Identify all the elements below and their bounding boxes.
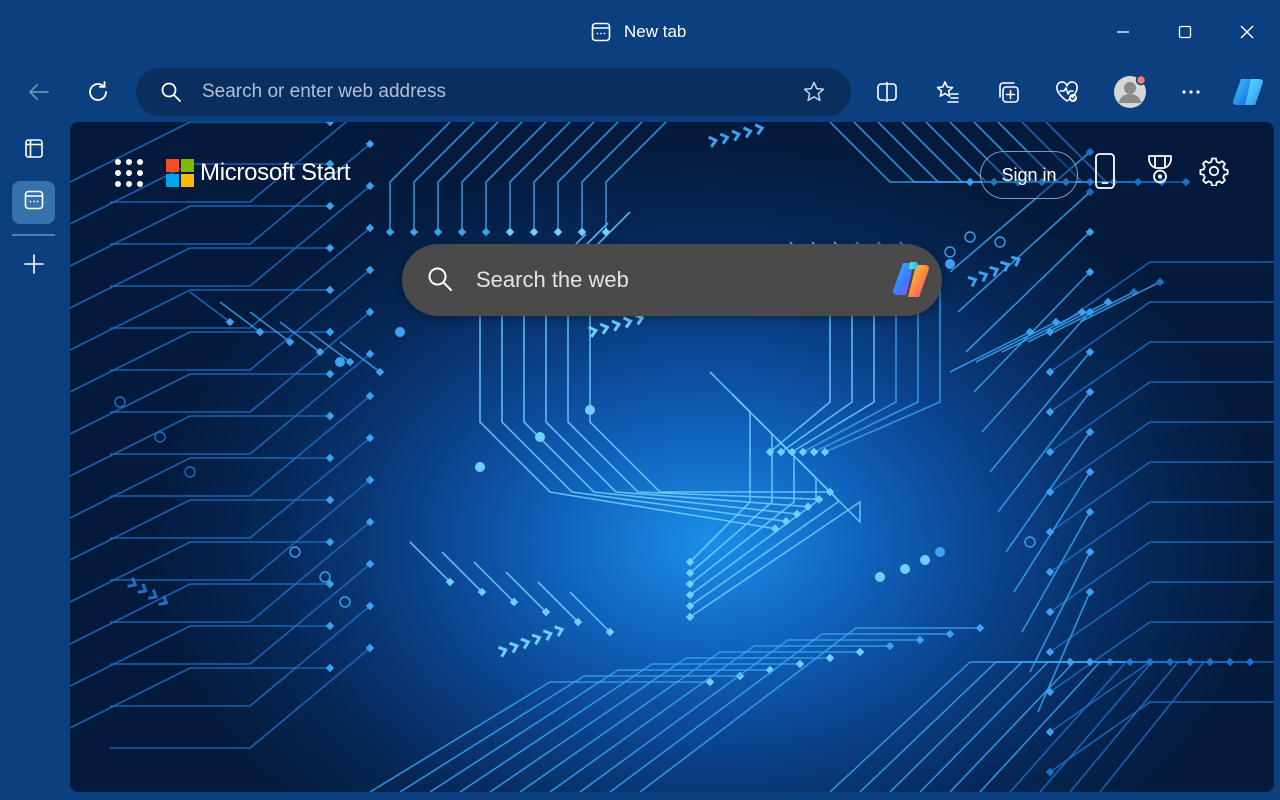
new-tab-page: Microsoft Start Sign in [70, 122, 1274, 792]
circuit-board-wallpaper [70, 122, 1274, 792]
active-tab[interactable]: New tab [590, 18, 686, 46]
browser-essentials-button[interactable] [1047, 72, 1087, 112]
close-icon [1239, 24, 1255, 40]
tab-actions-button[interactable] [12, 129, 55, 172]
address-input[interactable] [202, 68, 802, 116]
web-search-input[interactable] [476, 244, 876, 316]
rewards-trophy-icon [1144, 153, 1176, 194]
tab-actions-icon [22, 136, 46, 165]
settings-button[interactable] [1194, 153, 1234, 193]
search-icon [160, 81, 182, 108]
profile-avatar-icon [1112, 74, 1148, 110]
address-bar[interactable] [136, 68, 851, 116]
favorites-button[interactable] [928, 72, 968, 112]
settings-gear-icon [1199, 156, 1229, 191]
star-icon[interactable] [802, 80, 826, 109]
apps-grid-icon[interactable] [114, 158, 144, 188]
tab-title: New tab [624, 22, 687, 41]
phone-button[interactable] [1085, 152, 1125, 195]
back-button[interactable] [19, 72, 59, 112]
collections-button[interactable] [988, 72, 1028, 112]
tab-page-icon [23, 189, 45, 216]
search-icon [426, 265, 454, 298]
maximize-icon [1177, 24, 1193, 40]
browser-toolbar [0, 62, 1280, 120]
copilot-icon [1231, 75, 1265, 109]
rail-divider [12, 234, 55, 236]
title-bar: New tab [0, 0, 1280, 62]
new-tab-button[interactable] [12, 245, 55, 288]
sign-in-button[interactable]: Sign in [980, 151, 1078, 199]
split-screen-button[interactable] [867, 72, 907, 112]
maximize-button[interactable] [1162, 14, 1208, 50]
profile-button[interactable] [1110, 72, 1150, 112]
back-icon [26, 79, 52, 105]
copilot-button[interactable] [1228, 72, 1268, 112]
split-screen-icon [875, 80, 899, 104]
more-button[interactable] [1171, 72, 1211, 112]
brand-title[interactable]: Microsoft Start [200, 159, 351, 187]
collections-icon [995, 79, 1021, 105]
microsoft-start-header: Microsoft Start [114, 155, 351, 191]
phone-icon [1093, 152, 1117, 195]
favorites-icon [935, 79, 961, 105]
close-button[interactable] [1224, 14, 1270, 50]
vertical-tab-rail [0, 120, 68, 800]
minimize-icon [1115, 24, 1131, 40]
new-tab-page-icon [590, 21, 612, 43]
microsoft-logo [166, 159, 194, 187]
refresh-button[interactable] [78, 72, 118, 112]
web-search-box[interactable] [402, 244, 942, 316]
browser-essentials-icon [1054, 79, 1080, 105]
copilot-icon[interactable] [889, 258, 933, 307]
new-tab-plus-icon [22, 252, 46, 281]
rewards-button[interactable] [1140, 153, 1180, 193]
more-icon [1179, 80, 1203, 104]
tab-new-tab[interactable] [12, 181, 55, 224]
minimize-button[interactable] [1100, 14, 1146, 50]
refresh-icon [85, 79, 111, 105]
